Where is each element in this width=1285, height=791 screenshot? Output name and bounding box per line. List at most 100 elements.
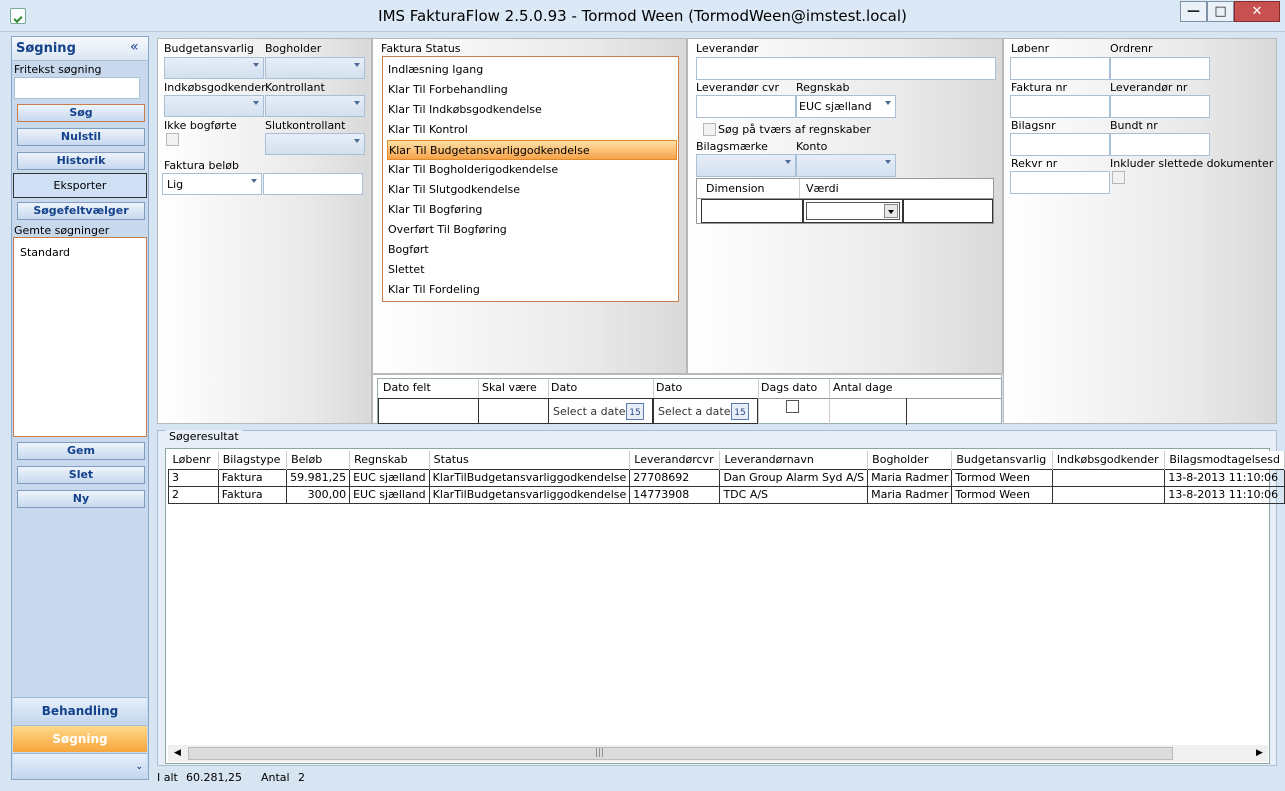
scroll-left-icon[interactable]: ◀: [174, 748, 181, 758]
nav-soegning[interactable]: Søgning: [13, 725, 147, 752]
indkob-combo[interactable]: [164, 95, 264, 117]
column-header[interactable]: Bilagsmodtagelsesd: [1164, 451, 1285, 469]
reset-button[interactable]: Nulstil: [17, 128, 145, 146]
status-item[interactable]: Overført Til Bogføring: [387, 220, 677, 240]
date-header-dato-fra: Dato: [551, 381, 578, 394]
table-cell: KlarTilBudgetansvarliggodkendelse: [428, 485, 631, 504]
column-header[interactable]: Status: [429, 451, 631, 469]
status-item[interactable]: Klar Til Fordeling: [387, 280, 677, 300]
numbers-panel: Løbenr Ordrenr Faktura nr Leverandør nr …: [1003, 38, 1277, 424]
dags-dato-checkbox[interactable]: [786, 400, 799, 413]
cvr-label: Leverandør cvr: [696, 81, 780, 94]
status-item[interactable]: Klar Til Budgetansvarliggodkendelse: [387, 140, 677, 160]
fritekst-label: Fritekst søgning: [14, 63, 102, 76]
rekvr-nr-input[interactable]: [1010, 171, 1110, 194]
supplier-panel: Leverandør Leverandør cvr Regnskab EUC s…: [687, 38, 1003, 374]
antal-value: 2: [298, 771, 305, 784]
belob-operator-combo[interactable]: Lig: [162, 173, 262, 195]
chevron-down-icon[interactable]: [884, 204, 898, 218]
dimension-cell[interactable]: [701, 199, 803, 223]
table-cell: TDC A/S: [719, 485, 869, 504]
results-table: Løbenr Bilagstype Beløb Regnskab Status Lever…: [168, 451, 1285, 504]
field-chooser-button[interactable]: Søgefeltvælger: [17, 202, 145, 220]
status-item[interactable]: Klar Til Slutgodkendelse: [387, 180, 677, 200]
bilagsnr-input[interactable]: [1010, 133, 1110, 156]
table-cell: 27708692: [629, 468, 721, 487]
slutkontrollant-combo[interactable]: [265, 133, 365, 155]
search-button[interactable]: Søg: [17, 104, 145, 122]
fritekst-input[interactable]: [14, 77, 140, 99]
history-button[interactable]: Historik: [17, 152, 145, 170]
status-item[interactable]: Klar Til Kontrol: [387, 120, 677, 140]
status-item[interactable]: Klar Til Forbehandling: [387, 80, 677, 100]
column-header[interactable]: Leverandørcvr: [629, 451, 721, 469]
status-item[interactable]: Indlæsning Igang: [387, 60, 677, 80]
dimension-header: Dimension: [706, 182, 765, 195]
status-item[interactable]: Klar Til Indkøbsgodkendelse: [387, 100, 677, 120]
faktura-nr-input[interactable]: [1010, 95, 1110, 118]
regnskab-combo[interactable]: EUC sjælland: [796, 95, 896, 118]
save-button[interactable]: Gem: [17, 442, 145, 460]
leverandor-input[interactable]: [696, 57, 996, 80]
status-item[interactable]: Bogført: [387, 240, 677, 260]
saved-searches-list[interactable]: Standard: [13, 237, 147, 437]
new-button[interactable]: Ny: [17, 490, 145, 508]
column-header[interactable]: Indkøbsgodkender: [1052, 451, 1166, 469]
status-list[interactable]: Indlæsning Igang Klar Til Forbehandling Kl…: [382, 56, 679, 302]
dato-felt-cell[interactable]: [378, 398, 479, 424]
column-header[interactable]: Løbenr: [168, 451, 219, 469]
calendar-icon[interactable]: 15: [731, 403, 749, 420]
lobenr-label: Løbenr: [1011, 42, 1050, 55]
extra-cell[interactable]: [903, 199, 993, 223]
nav-more-icon[interactable]: ⌄: [13, 753, 147, 779]
column-header[interactable]: Beløb: [286, 451, 351, 469]
leverandor-nr-label: Leverandør nr: [1110, 81, 1188, 94]
bilagsmaerke-combo[interactable]: [696, 154, 796, 177]
column-header[interactable]: Regnskab: [349, 451, 430, 469]
delete-button[interactable]: Slet: [17, 466, 145, 484]
collapse-icon[interactable]: «: [130, 39, 139, 55]
saved-search-item[interactable]: Standard: [20, 246, 70, 259]
vaerdi-cell[interactable]: [803, 199, 903, 223]
bogholder-combo[interactable]: [265, 57, 365, 79]
table-row[interactable]: 3 Faktura 59.981,25 EUC sjælland KlarTilBudg…: [168, 468, 1285, 487]
column-header[interactable]: Bilagstype: [218, 451, 288, 469]
status-item[interactable]: Klar Til Bogholderigodkendelse: [387, 160, 677, 180]
konto-combo[interactable]: [796, 154, 896, 177]
table-cell: Maria Radmer: [867, 485, 953, 504]
scroll-right-icon[interactable]: ▶: [1256, 748, 1263, 758]
ordrenr-input[interactable]: [1110, 57, 1210, 80]
minimize-button[interactable]: —: [1180, 1, 1207, 22]
column-header[interactable]: Leverandørnavn: [719, 451, 869, 469]
cvr-input[interactable]: [696, 95, 796, 118]
status-item[interactable]: Slettet: [387, 260, 677, 280]
column-header[interactable]: Budgetansvarlig: [951, 451, 1053, 469]
belob-input[interactable]: [263, 173, 363, 195]
bilagsnr-label: Bilagsnr: [1011, 119, 1056, 132]
calendar-icon[interactable]: 15: [626, 403, 644, 420]
dato-fra-picker[interactable]: Select a date 15: [548, 398, 653, 424]
column-header[interactable]: Bogholder: [867, 451, 953, 469]
vaerdi-header: Værdi: [806, 182, 839, 195]
tvaers-checkbox[interactable]: [703, 123, 716, 136]
kontrollant-combo[interactable]: [265, 95, 365, 117]
leverandor-nr-input[interactable]: [1110, 95, 1210, 118]
scroll-thumb[interactable]: |||: [188, 747, 1173, 760]
dimension-grid: Dimension Værdi: [696, 178, 994, 224]
maximize-button[interactable]: □: [1207, 1, 1234, 22]
status-item[interactable]: Klar Til Bogføring: [387, 200, 677, 220]
table-row[interactable]: 2 Faktura 300,00 EUC sjælland KlarTilBudgeta…: [168, 485, 1285, 504]
ikke-bogforte-checkbox[interactable]: [166, 133, 179, 146]
vaerdi-combo[interactable]: [806, 202, 900, 220]
nav-behandling[interactable]: Behandling: [13, 697, 147, 724]
budget-combo[interactable]: [164, 57, 264, 79]
skal-vaere-cell[interactable]: [478, 398, 549, 424]
search-panel: Søgning « Fritekst søgning Søg Nulstil H…: [11, 36, 149, 780]
horizontal-scrollbar[interactable]: ◀ ||| ▶: [168, 745, 1268, 762]
bundt-nr-input[interactable]: [1110, 133, 1210, 156]
dato-til-picker[interactable]: Select a date 15: [653, 398, 758, 424]
lobenr-input[interactable]: [1010, 57, 1110, 80]
export-button[interactable]: Eksporter: [13, 173, 147, 198]
inkluder-checkbox[interactable]: [1112, 171, 1125, 184]
close-button[interactable]: ✕: [1234, 1, 1280, 22]
